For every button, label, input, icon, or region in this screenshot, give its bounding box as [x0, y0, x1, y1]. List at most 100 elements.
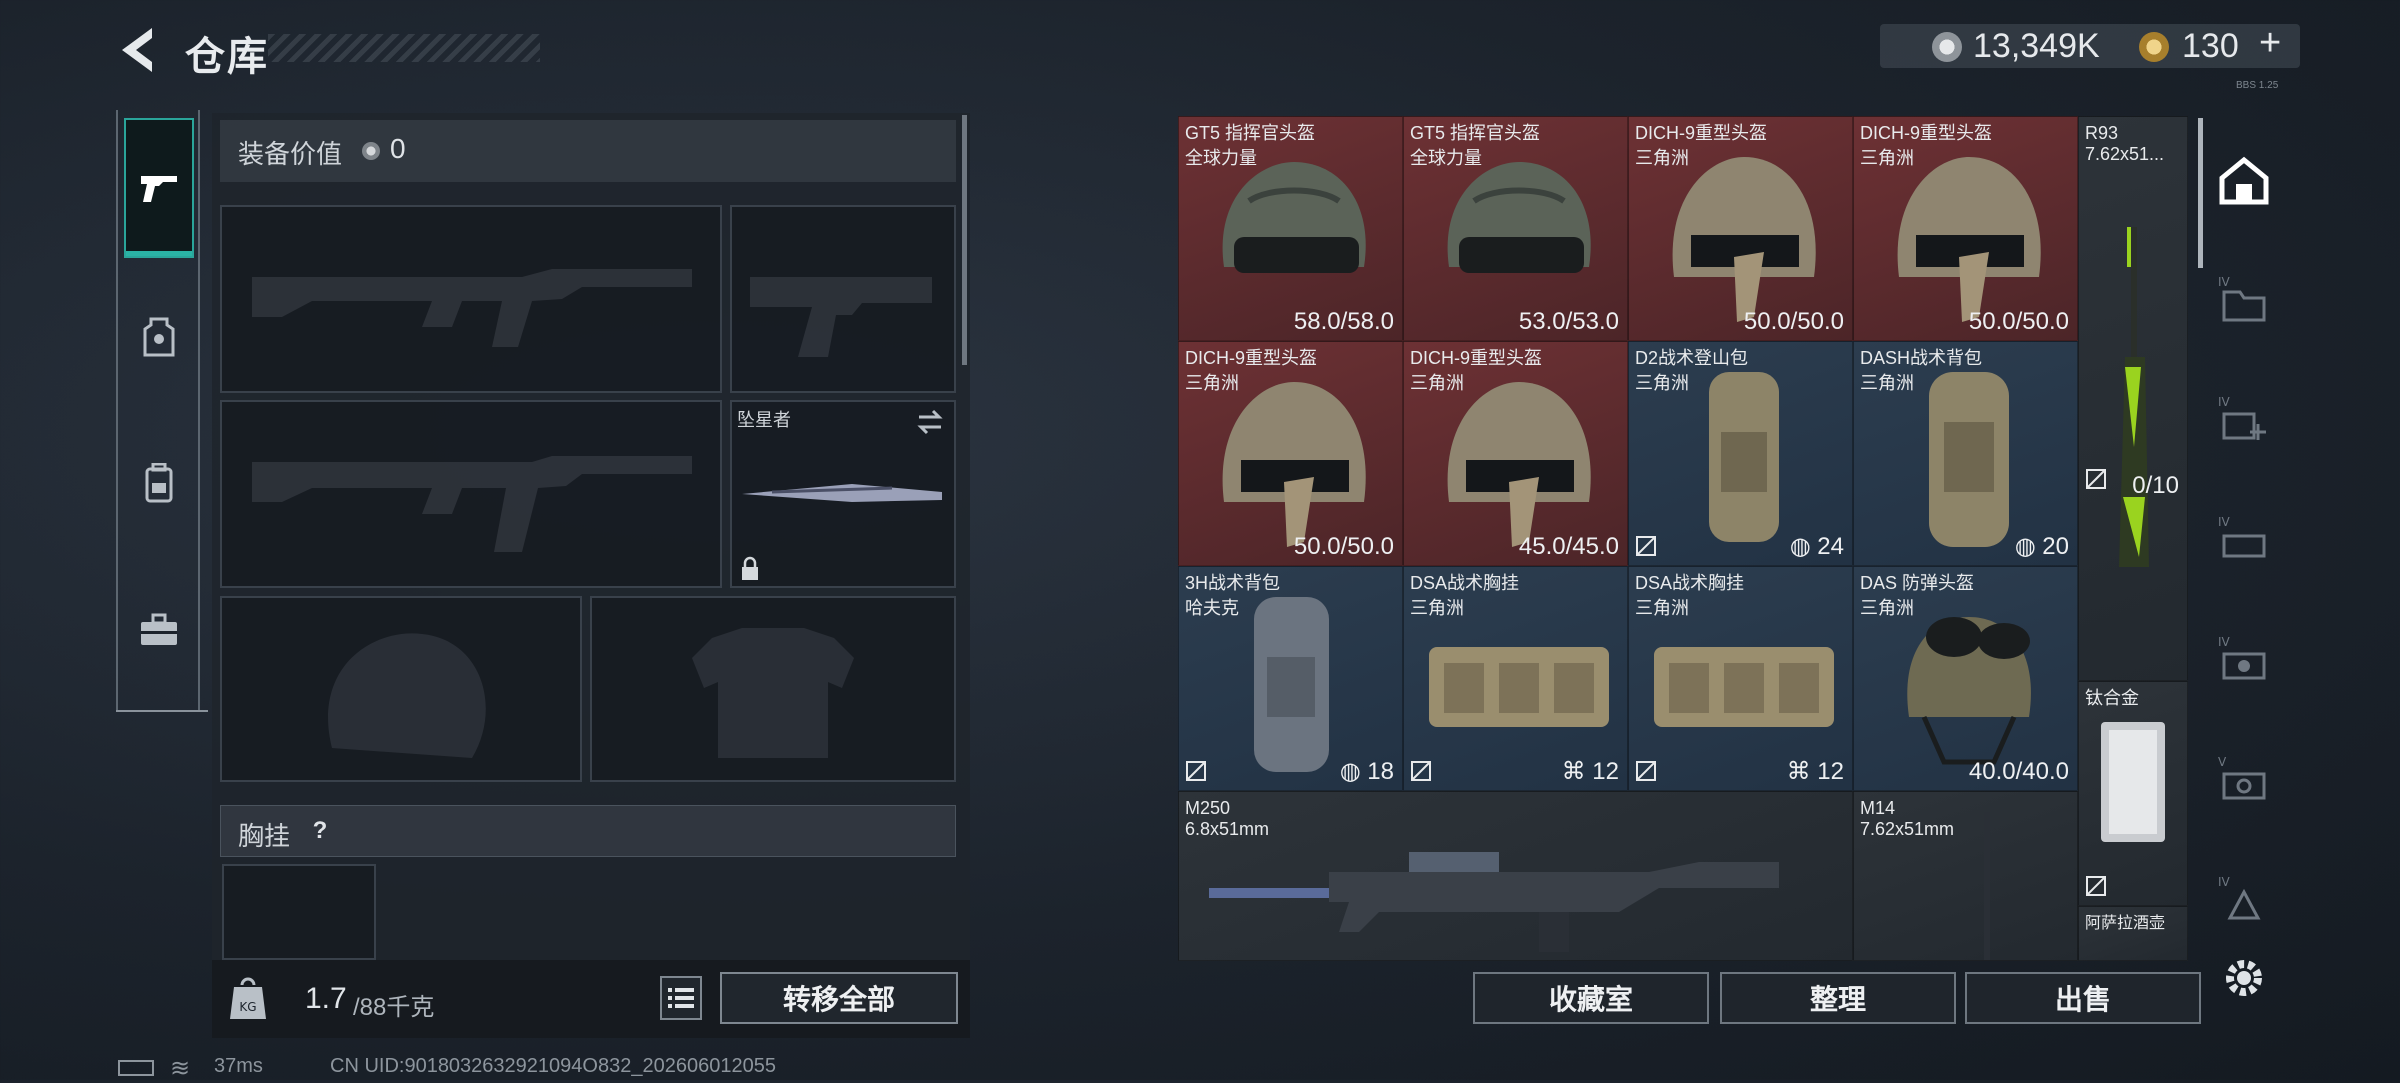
filter-electronics-button[interactable]: IV	[2214, 630, 2274, 690]
no-trade-icon	[1186, 761, 1206, 781]
equipment-value-label: 装备价值	[238, 139, 343, 169]
user-id-label: CN UID:9018032632921094O832_202606012055	[330, 1055, 776, 1077]
filter-tools-button[interactable]: IV	[2214, 510, 2274, 570]
item-card[interactable]: DICH-9重型头盔 三角洲 50.0/50.0	[1178, 341, 1403, 566]
item-card[interactable]: DICH-9重型头盔 三角洲 50.0/50.0	[1628, 116, 1853, 341]
electronics-icon: IV	[2218, 635, 2266, 680]
pistol-icon	[141, 176, 177, 202]
storage-scrollbar[interactable]	[2198, 118, 2203, 268]
lock-icon	[742, 556, 758, 580]
tab-weapons[interactable]	[124, 118, 194, 258]
chest-rig-label: 胸挂	[238, 821, 291, 851]
gear-icon[interactable]	[2216, 950, 2272, 1006]
ping-label: 37ms	[214, 1055, 263, 1077]
item-faction: 三角洲	[1410, 373, 1464, 393]
item-name: GT5 指挥官头盔	[1410, 123, 1541, 143]
item-card[interactable]: GT5 指挥官头盔 全球力量 58.0/58.0	[1178, 116, 1403, 341]
svg-text:IV: IV	[2218, 875, 2231, 889]
help-button[interactable]: ?	[302, 814, 338, 848]
pistol-silhouette-icon	[750, 277, 932, 357]
item-durability: 50.0/50.0	[1968, 308, 2069, 335]
collection-room-button[interactable]: 收藏室	[1473, 972, 1709, 1024]
filter-valuables-button[interactable]: V	[2214, 750, 2274, 810]
primary-weapon-slot[interactable]	[220, 205, 722, 393]
item-durability: 50.0/50.0	[1743, 308, 1844, 335]
tab-active-indicator	[126, 251, 192, 256]
armor-silhouette-icon	[692, 628, 854, 758]
body-armor-slot[interactable]	[590, 596, 956, 782]
add-token-button[interactable]: +	[2259, 22, 2281, 65]
item-card[interactable]: 阿萨拉酒壶	[2078, 906, 2188, 961]
item-card[interactable]: DSA战术胸挂 三角洲 ⌘ 12	[1628, 566, 1853, 791]
item-card[interactable]: DSA战术胸挂 三角洲 ⌘ 12	[1403, 566, 1628, 791]
equipment-value: 0	[390, 133, 406, 164]
money-amount: 13,349K	[1973, 27, 2100, 65]
item-card[interactable]: DASH战术背包 三角洲 ◍ 20	[1853, 341, 2078, 566]
svg-text:IV: IV	[2218, 515, 2231, 529]
chest-rig-slot[interactable]	[222, 864, 376, 960]
item-card[interactable]: DICH-9重型头盔 三角洲 45.0/45.0	[1403, 341, 1628, 566]
filter-medical-button[interactable]: IV	[2214, 390, 2274, 450]
item-capacity: ◍ 24	[1790, 532, 1844, 561]
item-faction: 全球力量	[1185, 148, 1257, 168]
filter-all-button[interactable]	[2214, 150, 2274, 210]
item-name: DSA战术胸挂	[1635, 573, 1745, 593]
item-name: R93	[2085, 123, 2119, 143]
item-capacity-value: 12	[1592, 758, 1619, 785]
svg-text:KG: KG	[239, 1000, 256, 1014]
titanium-ingot-icon	[2101, 722, 2165, 842]
sort-button[interactable]: 整理	[1720, 972, 1956, 1024]
help-icon: ?	[312, 817, 328, 844]
armor-vest-icon	[143, 317, 175, 357]
item-durability: 40.0/40.0	[1968, 758, 2069, 785]
list-icon	[668, 988, 694, 1008]
wifi-icon: ≋	[170, 1055, 191, 1082]
item-card[interactable]: 3H战术背包 哈夫克 ◍ 18	[1178, 566, 1403, 791]
folder-icon: IV	[2218, 275, 2266, 322]
item-card[interactable]: GT5 指挥官头盔 全球力量 53.0/53.0	[1403, 116, 1628, 341]
item-capacity: ⌘ 12	[1562, 757, 1619, 786]
item-card[interactable]: M250 6.8x51mm	[1178, 791, 1853, 961]
tab-armor[interactable]	[124, 272, 194, 402]
rail-divider	[116, 710, 208, 712]
transfer-all-button[interactable]: 转移全部	[720, 972, 958, 1024]
swap-icon[interactable]	[915, 407, 945, 437]
item-name: DICH-9重型头盔	[1635, 123, 1768, 143]
sell-button[interactable]: 出售	[1965, 972, 2201, 1024]
item-faction: 三角洲	[1860, 148, 1914, 168]
item-card[interactable]: DICH-9重型头盔 三角洲 50.0/50.0	[1853, 116, 2078, 341]
filter-misc-button[interactable]: IV	[2214, 870, 2274, 930]
item-durability: 53.0/53.0	[1518, 308, 1619, 335]
item-name: M14	[1860, 798, 1896, 818]
valuables-icon: V	[2218, 755, 2266, 800]
item-capacity: ⌘ 12	[1787, 757, 1844, 786]
item-durability: 58.0/58.0	[1293, 308, 1394, 335]
item-ammo-count: 0/10	[2132, 472, 2179, 499]
helmet-slot[interactable]	[220, 596, 582, 782]
helmet-silhouette-icon	[328, 633, 486, 758]
svg-text:IV: IV	[2218, 275, 2231, 289]
tools-icon: IV	[2218, 515, 2266, 558]
secondary-weapon-slot[interactable]	[220, 400, 722, 588]
item-faction: 三角洲	[1410, 598, 1464, 618]
item-card[interactable]: D2战术登山包 三角洲 ◍ 24	[1628, 341, 1853, 566]
token-icon	[2139, 32, 2169, 62]
tab-toolbox[interactable]	[124, 565, 194, 695]
item-caliber: 7.62x51...	[2085, 144, 2165, 164]
chest-rig-capacity-icon: ⌘	[1561, 758, 1593, 785]
sidearm-slot[interactable]	[730, 205, 956, 393]
item-card[interactable]: M14 7.62x51mm	[1853, 791, 2078, 961]
rifle-silhouette-icon	[252, 456, 692, 552]
item-card[interactable]: 钛合金	[2078, 681, 2188, 906]
list-view-button[interactable]	[660, 976, 702, 1020]
back-arrow-icon[interactable]	[112, 22, 162, 78]
tab-backpack[interactable]	[124, 418, 194, 548]
item-card[interactable]: R93 7.62x51... 0/10	[2078, 116, 2188, 681]
version-label: BBS 1.25	[2236, 80, 2279, 91]
loadout-scrollbar[interactable]	[962, 115, 967, 365]
filter-folder-button[interactable]: IV	[2214, 270, 2274, 330]
medical-icon: IV	[2218, 395, 2266, 440]
no-trade-icon	[1411, 761, 1431, 781]
item-card[interactable]: DAS 防弹头盔 三角洲 40.0/40.0	[1853, 566, 2078, 791]
item-name: 阿萨拉酒壶	[2085, 915, 2166, 932]
